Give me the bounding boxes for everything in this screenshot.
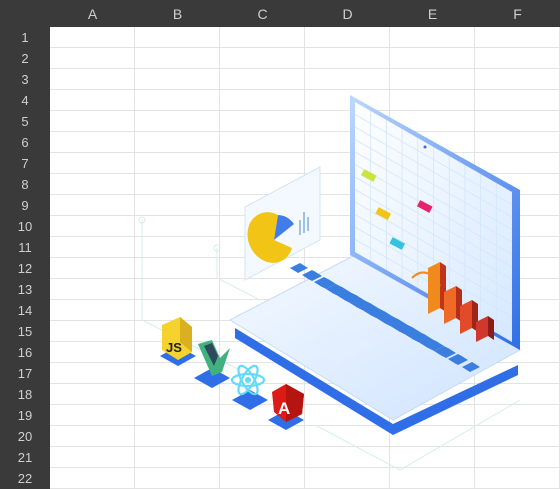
row-header-17[interactable]: 17 [0,363,50,384]
grid-row-line [50,47,560,48]
keyboard-key [290,263,308,273]
column-header-f[interactable]: F [475,0,560,27]
column-header-e[interactable]: E [390,0,475,27]
angular-logo-icon: A [268,384,304,430]
row-header-9[interactable]: 9 [0,195,50,216]
javascript-logo-icon: JS [160,317,196,366]
row-header-20[interactable]: 20 [0,426,50,447]
row-header-3[interactable]: 3 [0,69,50,90]
row-header-12[interactable]: 12 [0,258,50,279]
column-header-a[interactable]: A [50,0,135,27]
grid-row-line [50,68,560,69]
column-header-b[interactable]: B [135,0,220,27]
row-header-18[interactable]: 18 [0,384,50,405]
row-header-5[interactable]: 5 [0,111,50,132]
select-all-corner[interactable] [0,0,50,27]
row-header-16[interactable]: 16 [0,342,50,363]
angular-badge-text: A [278,399,290,418]
row-header-10[interactable]: 10 [0,216,50,237]
row-header-8[interactable]: 8 [0,174,50,195]
row-header-2[interactable]: 2 [0,48,50,69]
row-header-6[interactable]: 6 [0,132,50,153]
spreadsheet: ABCDEF 1 2 3 4 5 6 7 8 9 10 11 12 13 14 15 16 17 18 19 20 21… [0,0,560,489]
row-header-14[interactable]: 14 [0,300,50,321]
vue-logo-icon [194,340,230,388]
column-header-c[interactable]: C [220,0,305,27]
js-badge-text: JS [166,340,182,355]
row-header-21[interactable]: 21 [0,447,50,468]
row-header-7[interactable]: 7 [0,153,50,174]
react-logo-icon [230,364,268,410]
row-header-11[interactable]: 11 [0,237,50,258]
row-header-13[interactable]: 13 [0,279,50,300]
pie-chart-card [244,166,321,281]
laptop-illustration: JS A [138,95,522,471]
row-header-15[interactable]: 15 [0,321,50,342]
row-header-1[interactable]: 1 [0,27,50,48]
row-header-22[interactable]: 22 [0,468,50,489]
row-header-19[interactable]: 19 [0,405,50,426]
row-header-4[interactable]: 4 [0,90,50,111]
column-header-d[interactable]: D [305,0,390,27]
